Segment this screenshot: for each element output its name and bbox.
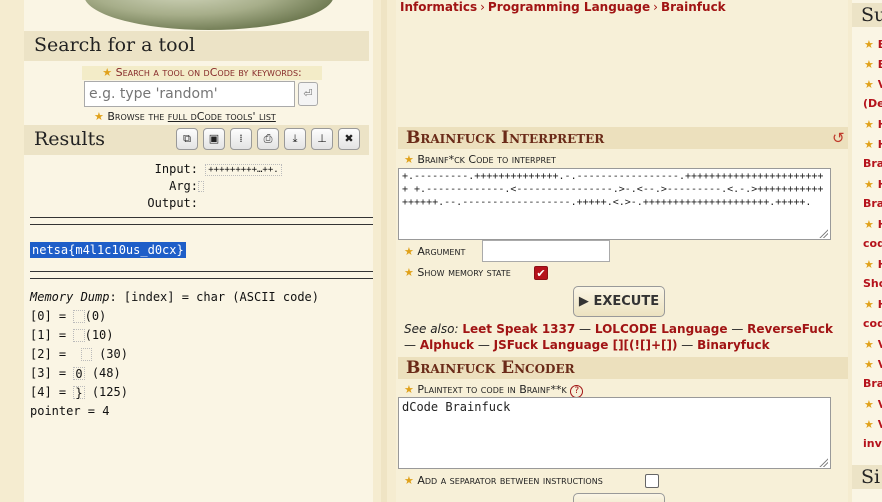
reload-icon[interactable]: ↺ <box>832 129 845 147</box>
divider <box>30 271 373 272</box>
column-divider[interactable] <box>381 0 387 502</box>
link-binaryfuck[interactable]: Binaryfuck <box>697 338 770 352</box>
separator-label: ★ Add a separator between instructions <box>404 474 603 487</box>
breadcrumb-brainfuck[interactable]: Brainfuck <box>661 0 726 14</box>
screenshot-icon[interactable]: ▣ <box>203 128 225 150</box>
close-icon[interactable]: ✖ <box>338 128 360 150</box>
sidebar-link[interactable]: ★ B <box>864 38 882 51</box>
interpreter-title: Brainfuck Interpreter <box>398 127 848 149</box>
input-value: +++++++++…++. <box>205 163 282 176</box>
link-leet-speak[interactable]: Leet Speak 1337 <box>462 322 575 336</box>
star-icon: ★ <box>94 110 104 123</box>
sidebar-link[interactable]: ★ V <box>864 78 882 91</box>
argument-input[interactable] <box>482 240 610 262</box>
star-icon: ★ <box>404 474 414 487</box>
sidebar-link-cont[interactable]: Sho <box>863 277 882 290</box>
sidebar-link-cont[interactable]: Bra <box>863 157 882 170</box>
encoder-title: Brainfuck Encoder <box>398 357 848 379</box>
memory-cell: [0] = (0) <box>30 309 107 323</box>
argument-label: ★ Argument <box>404 245 466 258</box>
sidebar-link[interactable]: ★ V <box>864 418 882 431</box>
memory-cell: [2] = (30) <box>30 347 128 361</box>
sidebar-link-cont[interactable]: inve <box>863 437 882 450</box>
sidebar-link[interactable]: ★ V <box>864 338 882 351</box>
star-icon: ★ <box>102 66 113 79</box>
sidebar-link[interactable]: ★ V <box>864 358 882 371</box>
download-icon[interactable]: ⤓ <box>284 128 306 150</box>
link-jsfuck[interactable]: JSFuck Language [][(![]+[]) <box>494 338 678 352</box>
star-icon: ★ <box>404 153 414 166</box>
input-row: Input: +++++++++…++. <box>30 162 370 176</box>
pointer-value: pointer = 4 <box>30 404 110 418</box>
search-input[interactable] <box>84 81 295 107</box>
browse-tools: ★ Browse the full dCode tools' list <box>94 110 276 123</box>
breadcrumb-programming-language[interactable]: Programming Language <box>488 0 650 14</box>
sidebar-link[interactable]: ★ H <box>864 298 882 311</box>
code-label: ★ Brainf*ck Code to interpret <box>404 153 556 166</box>
star-icon: ★ <box>404 245 414 258</box>
star-icon: ★ <box>404 383 414 396</box>
full-tools-list-link[interactable]: full dCode tools' list <box>168 110 276 123</box>
sidebar-heading: Si <box>852 465 882 489</box>
execute-button[interactable]: ▶ EXECUTE <box>573 286 665 317</box>
search-button[interactable]: ⏎ <box>298 82 318 106</box>
encode-button[interactable] <box>573 493 665 502</box>
sidebar-link[interactable]: ★ H <box>864 218 882 231</box>
link-reversefuck[interactable]: ReverseFuck <box>747 322 833 336</box>
sidebar-link[interactable]: ★ V <box>864 398 882 411</box>
resize-handle-icon[interactable] <box>819 458 828 467</box>
sidebar-link-cont[interactable]: cod <box>863 237 882 250</box>
divider <box>30 224 373 225</box>
search-label: ★ Search a tool on dCode by keywords: <box>82 66 322 80</box>
dcode-logo[interactable] <box>24 0 373 32</box>
sidebar-link-cont[interactable]: Bra <box>863 377 882 390</box>
plaintext-label: ★ Plaintext to code in Brainf**k ? <box>404 383 584 398</box>
memory-state-checkbox[interactable]: ✔ <box>534 266 548 280</box>
memory-dump-header: Memory Dump: [index] = char (ASCII code) <box>30 290 319 304</box>
resize-handle-icon[interactable] <box>819 229 828 238</box>
memory-cell: [1] = (10) <box>30 328 114 342</box>
separator-checkbox[interactable] <box>645 474 659 488</box>
sidebar-link[interactable]: ★ B <box>864 58 882 71</box>
sidebar-link-cont[interactable]: Bra <box>863 197 882 210</box>
sidebar-heading: Su <box>852 3 882 27</box>
split-icon[interactable]: ⁞ <box>230 128 252 150</box>
plaintext-textarea[interactable]: dCode Brainfuck <box>398 397 831 469</box>
sidebar-link[interactable]: ★ H <box>864 138 882 151</box>
sidebar-link[interactable]: ★ H <box>864 118 882 131</box>
star-icon: ★ <box>404 266 414 279</box>
code-textarea[interactable]: +.---------.++++++++++++++.-.-----------… <box>398 168 831 240</box>
sidebar-link[interactable]: ★ H <box>864 258 882 271</box>
pin-icon[interactable]: ⊥ <box>311 128 333 150</box>
memory-cell: [4] = } (125) <box>30 385 128 400</box>
result-output[interactable]: netsa{m4l1c10us_d0cx} <box>30 242 186 258</box>
sidebar-link-cont[interactable]: (De <box>863 97 882 110</box>
arg-row: Arg: <box>30 179 370 193</box>
memory-state-label: ★ Show memory state <box>404 266 511 279</box>
see-also: See also: Leet Speak 1337 — LOLCODE Lang… <box>404 322 833 352</box>
search-panel-title: Search for a tool <box>24 31 369 61</box>
sidebar-link[interactable]: ★ H <box>864 178 882 191</box>
divider <box>30 278 373 279</box>
breadcrumb-informatics[interactable]: Informatics <box>400 0 477 14</box>
output-row: Output: <box>147 196 198 210</box>
link-lolcode[interactable]: LOLCODE Language <box>595 322 728 336</box>
copy-icon[interactable]: ⧉ <box>176 128 198 150</box>
memory-cell: [3] = 0 (48) <box>30 366 121 381</box>
print-icon[interactable]: ⎙ <box>257 128 279 150</box>
breadcrumb: Informatics › Programming Language › Brainfu… <box>400 0 726 14</box>
divider <box>30 217 373 218</box>
link-alphuck[interactable]: Alphuck <box>420 338 474 352</box>
sidebar-link-cont[interactable]: cod <box>863 317 882 330</box>
